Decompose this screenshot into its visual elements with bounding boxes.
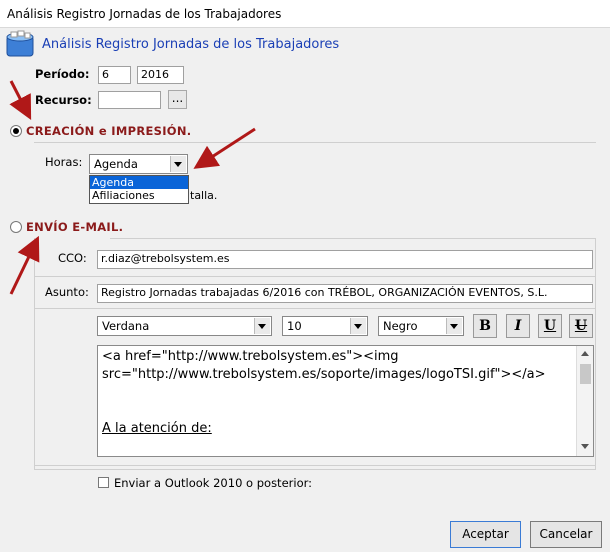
creacion-label[interactable]: CREACIÓN e IMPRESIÓN. xyxy=(26,124,191,138)
envio-label[interactable]: ENVÍO E-MAIL. xyxy=(26,220,123,234)
email-body-editor[interactable]: <a href="http://www.trebolsystem.es"><im… xyxy=(97,345,594,457)
horas-label: Horas: xyxy=(45,155,83,169)
cco-label: CCO: xyxy=(58,251,87,265)
recurso-label: Recurso: xyxy=(35,93,92,107)
size-select[interactable]: 10 xyxy=(282,316,368,336)
asunto-separator xyxy=(35,276,595,277)
periodo-month-input[interactable]: 6 xyxy=(98,66,131,84)
database-icon xyxy=(4,30,36,60)
horas-option-agenda[interactable]: Agenda xyxy=(90,176,188,189)
chevron-down-icon[interactable] xyxy=(446,318,462,334)
outlook-label[interactable]: Enviar a Outlook 2010 o posterior: xyxy=(114,476,312,490)
scroll-up-icon[interactable] xyxy=(581,351,589,356)
underline-button[interactable]: U xyxy=(538,314,562,338)
horas-select[interactable]: Agenda xyxy=(89,154,188,174)
editor-line-2: src="http://www.trebolsystem.es/soporte/… xyxy=(102,367,546,382)
scroll-down-icon[interactable] xyxy=(581,444,589,449)
editor-bottom-separator xyxy=(35,465,595,466)
italic-button[interactable]: I xyxy=(506,314,530,338)
window-title: Análisis Registro Jornadas de los Trabaj… xyxy=(7,7,282,21)
outlook-checkbox[interactable] xyxy=(98,477,109,488)
font-select-value: Verdana xyxy=(102,319,150,333)
size-select-value: 10 xyxy=(287,319,302,333)
chevron-down-icon[interactable] xyxy=(350,318,366,334)
horas-hidden-text: talla. xyxy=(190,189,218,202)
bold-button[interactable]: B xyxy=(473,314,497,338)
periodo-year-input[interactable]: 2016 xyxy=(137,66,184,84)
chevron-down-icon[interactable] xyxy=(170,156,186,172)
creacion-radio[interactable] xyxy=(10,125,22,137)
accept-button[interactable]: Aceptar xyxy=(450,521,521,548)
formatting-separator xyxy=(35,308,595,309)
asunto-input[interactable]: Registro Jornadas trabajadas 6/2016 con … xyxy=(97,284,593,303)
color-select[interactable]: Negro xyxy=(378,316,464,336)
horas-dropdown-list[interactable]: Agenda Afiliaciones xyxy=(89,175,189,204)
scroll-thumb[interactable] xyxy=(580,364,591,384)
creacion-group-line xyxy=(34,142,596,143)
color-select-value: Negro xyxy=(383,319,418,333)
editor-scrollbar[interactable] xyxy=(576,346,593,456)
header-title: Análisis Registro Jornadas de los Trabaj… xyxy=(42,37,340,52)
envio-radio[interactable] xyxy=(10,221,22,233)
editor-line-3: A la atención de: xyxy=(102,421,212,436)
asunto-label: Asunto: xyxy=(45,285,89,299)
font-select[interactable]: Verdana xyxy=(97,316,272,336)
recurso-browse-button[interactable]: ... xyxy=(168,90,187,109)
chevron-down-icon[interactable] xyxy=(254,318,270,334)
strikethrough-button[interactable]: U xyxy=(569,314,593,338)
cancel-button[interactable]: Cancelar xyxy=(530,521,602,548)
editor-line-1: <a href="http://www.trebolsystem.es"><im… xyxy=(102,349,399,364)
window-titlebar: Análisis Registro Jornadas de los Trabaj… xyxy=(0,0,610,28)
cco-input[interactable]: r.diaz@trebolsystem.es xyxy=(97,250,593,269)
periodo-label: Período: xyxy=(35,67,90,81)
recurso-input[interactable] xyxy=(98,91,161,109)
horas-select-value: Agenda xyxy=(94,157,138,171)
horas-option-afiliaciones[interactable]: Afiliaciones xyxy=(90,189,188,202)
